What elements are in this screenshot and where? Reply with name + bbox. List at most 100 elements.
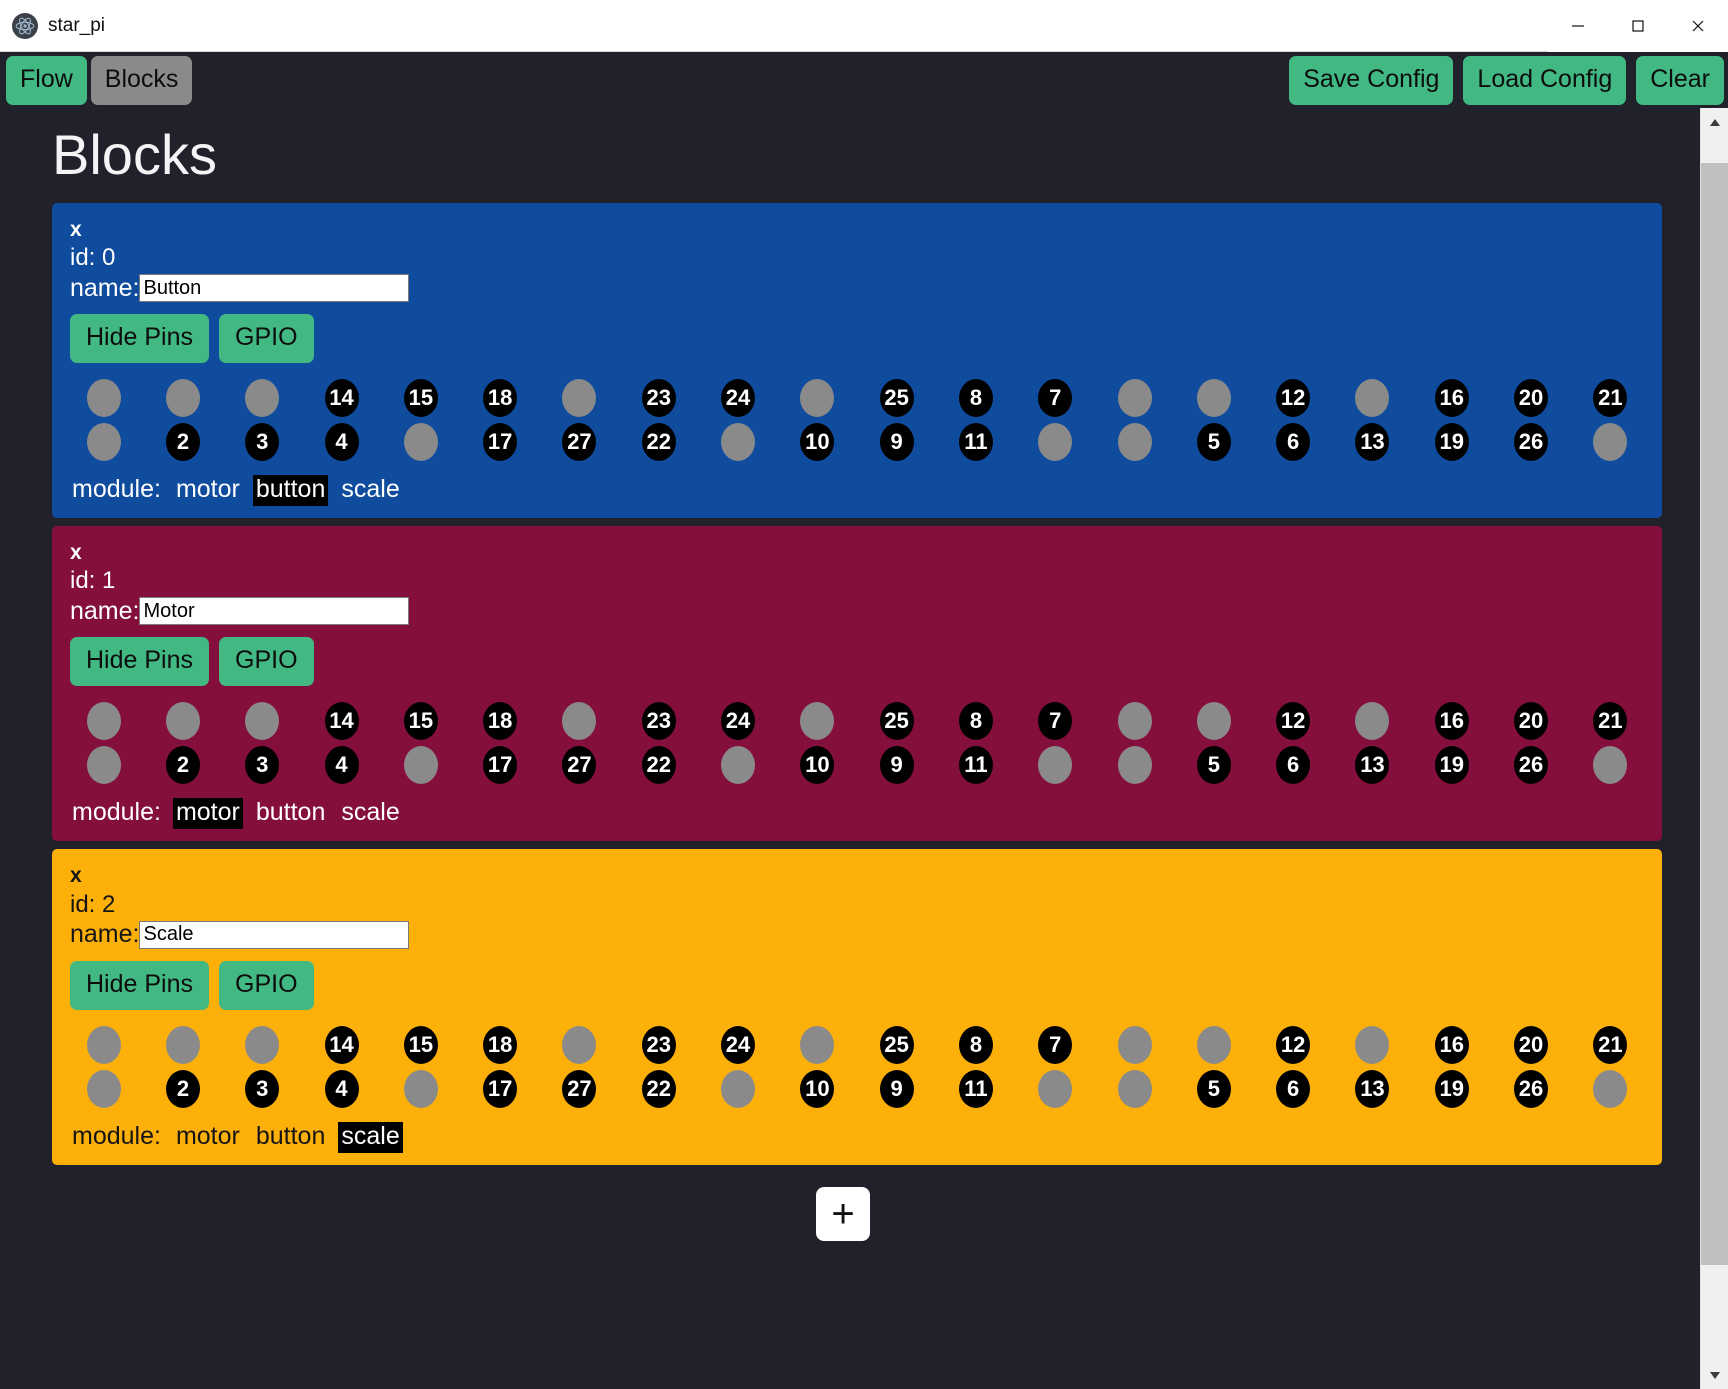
gpio-pin[interactable]: 13 bbox=[1355, 746, 1390, 785]
gpio-pin[interactable]: 17 bbox=[483, 423, 518, 462]
gpio-pin[interactable]: 14 bbox=[324, 379, 359, 418]
gpio-pin[interactable]: 26 bbox=[1514, 1069, 1549, 1108]
gpio-pin[interactable]: 7 bbox=[1038, 1025, 1073, 1064]
gpio-pin[interactable]: 21 bbox=[1593, 1025, 1628, 1064]
gpio-pin[interactable]: 6 bbox=[1276, 746, 1311, 785]
gpio-pin[interactable]: 25 bbox=[879, 1025, 914, 1064]
tab-blocks[interactable]: Blocks bbox=[90, 55, 193, 105]
gpio-pin[interactable]: 10 bbox=[800, 1069, 835, 1108]
gpio-pin[interactable]: 20 bbox=[1514, 379, 1549, 418]
gpio-pin[interactable]: 24 bbox=[721, 379, 756, 418]
module-option-scale[interactable]: scale bbox=[338, 475, 402, 506]
gpio-pin[interactable]: 23 bbox=[641, 379, 676, 418]
hide-pins-button[interactable]: Hide Pins bbox=[70, 314, 209, 364]
gpio-pin[interactable]: 10 bbox=[800, 746, 835, 785]
gpio-pin[interactable]: 25 bbox=[879, 702, 914, 741]
block-name-input[interactable] bbox=[139, 274, 410, 303]
gpio-pin[interactable]: 4 bbox=[324, 1069, 359, 1108]
module-option-motor[interactable]: motor bbox=[173, 475, 243, 506]
gpio-pin[interactable]: 22 bbox=[641, 1069, 676, 1108]
gpio-pin[interactable]: 16 bbox=[1434, 702, 1469, 741]
gpio-pin[interactable]: 6 bbox=[1276, 423, 1311, 462]
gpio-pin[interactable]: 26 bbox=[1514, 423, 1549, 462]
hide-pins-button[interactable]: Hide Pins bbox=[70, 960, 209, 1010]
gpio-pin[interactable]: 18 bbox=[483, 1025, 518, 1064]
gpio-pin[interactable]: 27 bbox=[562, 423, 597, 462]
gpio-pin[interactable]: 3 bbox=[245, 1069, 280, 1108]
gpio-pin[interactable]: 20 bbox=[1514, 702, 1549, 741]
gpio-pin[interactable]: 19 bbox=[1434, 1069, 1469, 1108]
gpio-pin[interactable]: 2 bbox=[165, 1069, 200, 1108]
gpio-pin[interactable]: 13 bbox=[1355, 423, 1390, 462]
gpio-pin[interactable]: 27 bbox=[562, 1069, 597, 1108]
gpio-pin[interactable]: 16 bbox=[1434, 379, 1469, 418]
module-option-scale[interactable]: scale bbox=[338, 1121, 403, 1153]
gpio-pin[interactable]: 16 bbox=[1434, 1025, 1469, 1064]
gpio-pin[interactable]: 3 bbox=[245, 423, 280, 462]
gpio-pin[interactable]: 11 bbox=[958, 423, 993, 462]
gpio-pin[interactable]: 7 bbox=[1038, 379, 1073, 418]
gpio-pin[interactable]: 9 bbox=[879, 423, 914, 462]
gpio-pin[interactable]: 24 bbox=[721, 702, 756, 741]
minimize-icon[interactable] bbox=[1548, 0, 1608, 52]
block-name-input[interactable] bbox=[139, 597, 410, 626]
block-close-icon[interactable]: x bbox=[52, 217, 82, 243]
scroll-thumb[interactable] bbox=[1701, 162, 1728, 1266]
gpio-pin[interactable]: 12 bbox=[1276, 379, 1311, 418]
gpio-pin[interactable]: 15 bbox=[403, 1025, 438, 1064]
gpio-pin[interactable]: 22 bbox=[641, 746, 676, 785]
gpio-pin[interactable]: 12 bbox=[1276, 1025, 1311, 1064]
maximize-icon[interactable] bbox=[1608, 0, 1668, 52]
gpio-pin[interactable]: 2 bbox=[165, 423, 200, 462]
gpio-pin[interactable]: 19 bbox=[1434, 423, 1469, 462]
gpio-pin[interactable]: 8 bbox=[958, 702, 993, 741]
gpio-pin[interactable]: 5 bbox=[1196, 1069, 1231, 1108]
gpio-pin[interactable]: 9 bbox=[879, 1069, 914, 1108]
vertical-scrollbar[interactable] bbox=[1700, 108, 1728, 1389]
clear-button[interactable]: Clear bbox=[1636, 55, 1724, 105]
gpio-pin[interactable]: 5 bbox=[1196, 746, 1231, 785]
gpio-pin[interactable]: 14 bbox=[324, 702, 359, 741]
gpio-pin[interactable]: 14 bbox=[324, 1025, 359, 1064]
gpio-pin[interactable]: 11 bbox=[958, 1069, 993, 1108]
gpio-pin[interactable]: 21 bbox=[1593, 702, 1628, 741]
module-option-button[interactable]: button bbox=[253, 798, 329, 829]
gpio-pin[interactable]: 4 bbox=[324, 423, 359, 462]
gpio-pin[interactable]: 25 bbox=[879, 379, 914, 418]
gpio-pin[interactable]: 3 bbox=[245, 746, 280, 785]
gpio-pin[interactable]: 18 bbox=[483, 379, 518, 418]
gpio-pin[interactable]: 27 bbox=[562, 746, 597, 785]
hide-pins-button[interactable]: Hide Pins bbox=[70, 637, 209, 687]
gpio-pin[interactable]: 17 bbox=[483, 746, 518, 785]
block-close-icon[interactable]: x bbox=[52, 540, 82, 566]
gpio-pin[interactable]: 26 bbox=[1514, 746, 1549, 785]
gpio-pin[interactable]: 17 bbox=[483, 1069, 518, 1108]
gpio-pin[interactable]: 23 bbox=[641, 702, 676, 741]
gpio-pin[interactable]: 22 bbox=[641, 423, 676, 462]
module-option-motor[interactable]: motor bbox=[173, 1122, 243, 1153]
block-name-input[interactable] bbox=[139, 920, 410, 949]
gpio-pin[interactable]: 8 bbox=[958, 379, 993, 418]
gpio-pin[interactable]: 8 bbox=[958, 1025, 993, 1064]
add-block-button[interactable]: + bbox=[816, 1186, 870, 1241]
tab-flow[interactable]: Flow bbox=[6, 55, 87, 105]
gpio-pin[interactable]: 6 bbox=[1276, 1069, 1311, 1108]
gpio-pin[interactable]: 5 bbox=[1196, 423, 1231, 462]
gpio-pin[interactable]: 2 bbox=[165, 746, 200, 785]
gpio-pin[interactable]: 15 bbox=[403, 702, 438, 741]
scrollbar-track[interactable] bbox=[1701, 136, 1728, 1361]
close-icon[interactable] bbox=[1668, 0, 1728, 52]
gpio-pin[interactable]: 18 bbox=[483, 702, 518, 741]
module-option-button[interactable]: button bbox=[253, 1122, 329, 1153]
block-close-icon[interactable]: x bbox=[52, 863, 82, 889]
gpio-button[interactable]: GPIO bbox=[219, 960, 314, 1010]
gpio-button[interactable]: GPIO bbox=[219, 314, 314, 364]
gpio-pin[interactable]: 23 bbox=[641, 1025, 676, 1064]
chevron-up-icon[interactable] bbox=[1701, 108, 1728, 136]
gpio-pin[interactable]: 12 bbox=[1276, 702, 1311, 741]
chevron-down-icon[interactable] bbox=[1701, 1361, 1728, 1389]
gpio-pin[interactable]: 15 bbox=[403, 379, 438, 418]
save-config-button[interactable]: Save Config bbox=[1289, 55, 1454, 105]
gpio-pin[interactable]: 9 bbox=[879, 746, 914, 785]
gpio-pin[interactable]: 10 bbox=[800, 423, 835, 462]
